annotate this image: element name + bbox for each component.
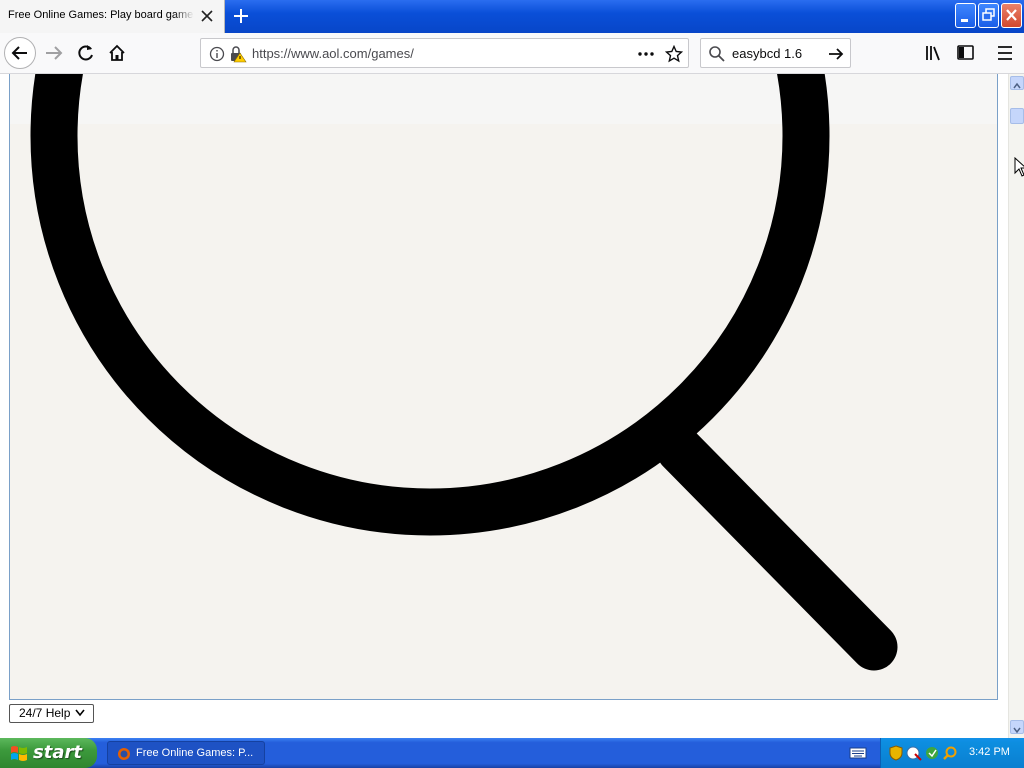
navigation-toolbar: https://www.aol.com/games/ easybcd 1.6 [0, 33, 1024, 74]
sidebar-icon[interactable] [956, 44, 976, 62]
system-clock: 3:42 PM [969, 746, 1010, 758]
library-icon[interactable] [924, 44, 944, 62]
back-arrow-icon [11, 46, 27, 60]
taskbar-item-label: Free Online Games: P... [136, 747, 254, 759]
start-label: start [33, 742, 82, 763]
search-overlay [9, 74, 998, 700]
security-shield-icon[interactable] [888, 745, 904, 761]
chevron-down-icon [75, 709, 85, 717]
scroll-up-button[interactable] [1010, 76, 1024, 90]
url-bar[interactable]: https://www.aol.com/games/ [200, 38, 689, 68]
forward-arrow-icon [46, 46, 63, 60]
reload-icon [78, 45, 93, 61]
update-icon[interactable] [924, 745, 940, 761]
large-magnifier-icon [30, 74, 898, 671]
start-button[interactable]: start [0, 738, 97, 768]
info-icon[interactable] [209, 46, 225, 62]
search-go-arrow-icon[interactable] [827, 45, 845, 63]
reload-button[interactable] [70, 37, 102, 69]
new-tab-plus-icon[interactable] [231, 6, 251, 26]
insecure-lock-icon[interactable] [229, 45, 247, 63]
forward-button[interactable] [38, 37, 70, 69]
tab-title: Free Online Games: Play board games [8, 9, 194, 21]
home-icon [109, 44, 125, 61]
window-close-button[interactable] [1001, 3, 1022, 28]
url-text: https://www.aol.com/games/ [252, 46, 414, 61]
scroll-down-button[interactable] [1010, 720, 1024, 734]
network-icon[interactable] [906, 745, 922, 761]
title-bar: Free Online Games: Play board games [0, 0, 1024, 33]
back-button[interactable] [4, 37, 36, 69]
mouse-pointer-icon [1014, 157, 1024, 177]
page-actions-icon[interactable] [637, 46, 655, 62]
browser-tab[interactable]: Free Online Games: Play board games [0, 0, 225, 33]
taskbar: start Free Online Games: P... 3:42 PM [0, 738, 1024, 768]
scroll-thumb[interactable] [1010, 108, 1024, 124]
taskbar-item-browser[interactable]: Free Online Games: P... [107, 741, 265, 765]
windows-logo-icon [11, 746, 27, 761]
search-input[interactable]: easybcd 1.6 [732, 46, 802, 61]
window-minimize-button[interactable] [955, 3, 976, 28]
search-bar[interactable]: easybcd 1.6 [700, 38, 851, 68]
search-icon [709, 46, 725, 62]
system-tray: 3:42 PM [880, 738, 1024, 768]
window-restore-button[interactable] [978, 3, 999, 28]
tab-close-icon[interactable] [199, 8, 215, 24]
help-dropdown-button[interactable]: 24/7 Help [9, 704, 94, 723]
bookmark-star-icon[interactable] [665, 45, 683, 63]
restore-icon [982, 8, 995, 21]
browser-app-icon [118, 748, 130, 760]
menu-hamburger-icon[interactable] [995, 44, 1015, 62]
home-button[interactable] [101, 37, 133, 69]
keyboard-language-icon[interactable] [849, 746, 867, 760]
scroll-up-arrow-icon [1013, 82, 1021, 89]
minimize-icon [961, 19, 968, 22]
search-tray-icon[interactable] [942, 745, 958, 761]
scroll-down-arrow-icon [1013, 727, 1021, 734]
help-button-label: 24/7 Help [19, 706, 71, 720]
page-content: 24/7 Help [0, 74, 1008, 738]
close-icon [1006, 9, 1017, 21]
